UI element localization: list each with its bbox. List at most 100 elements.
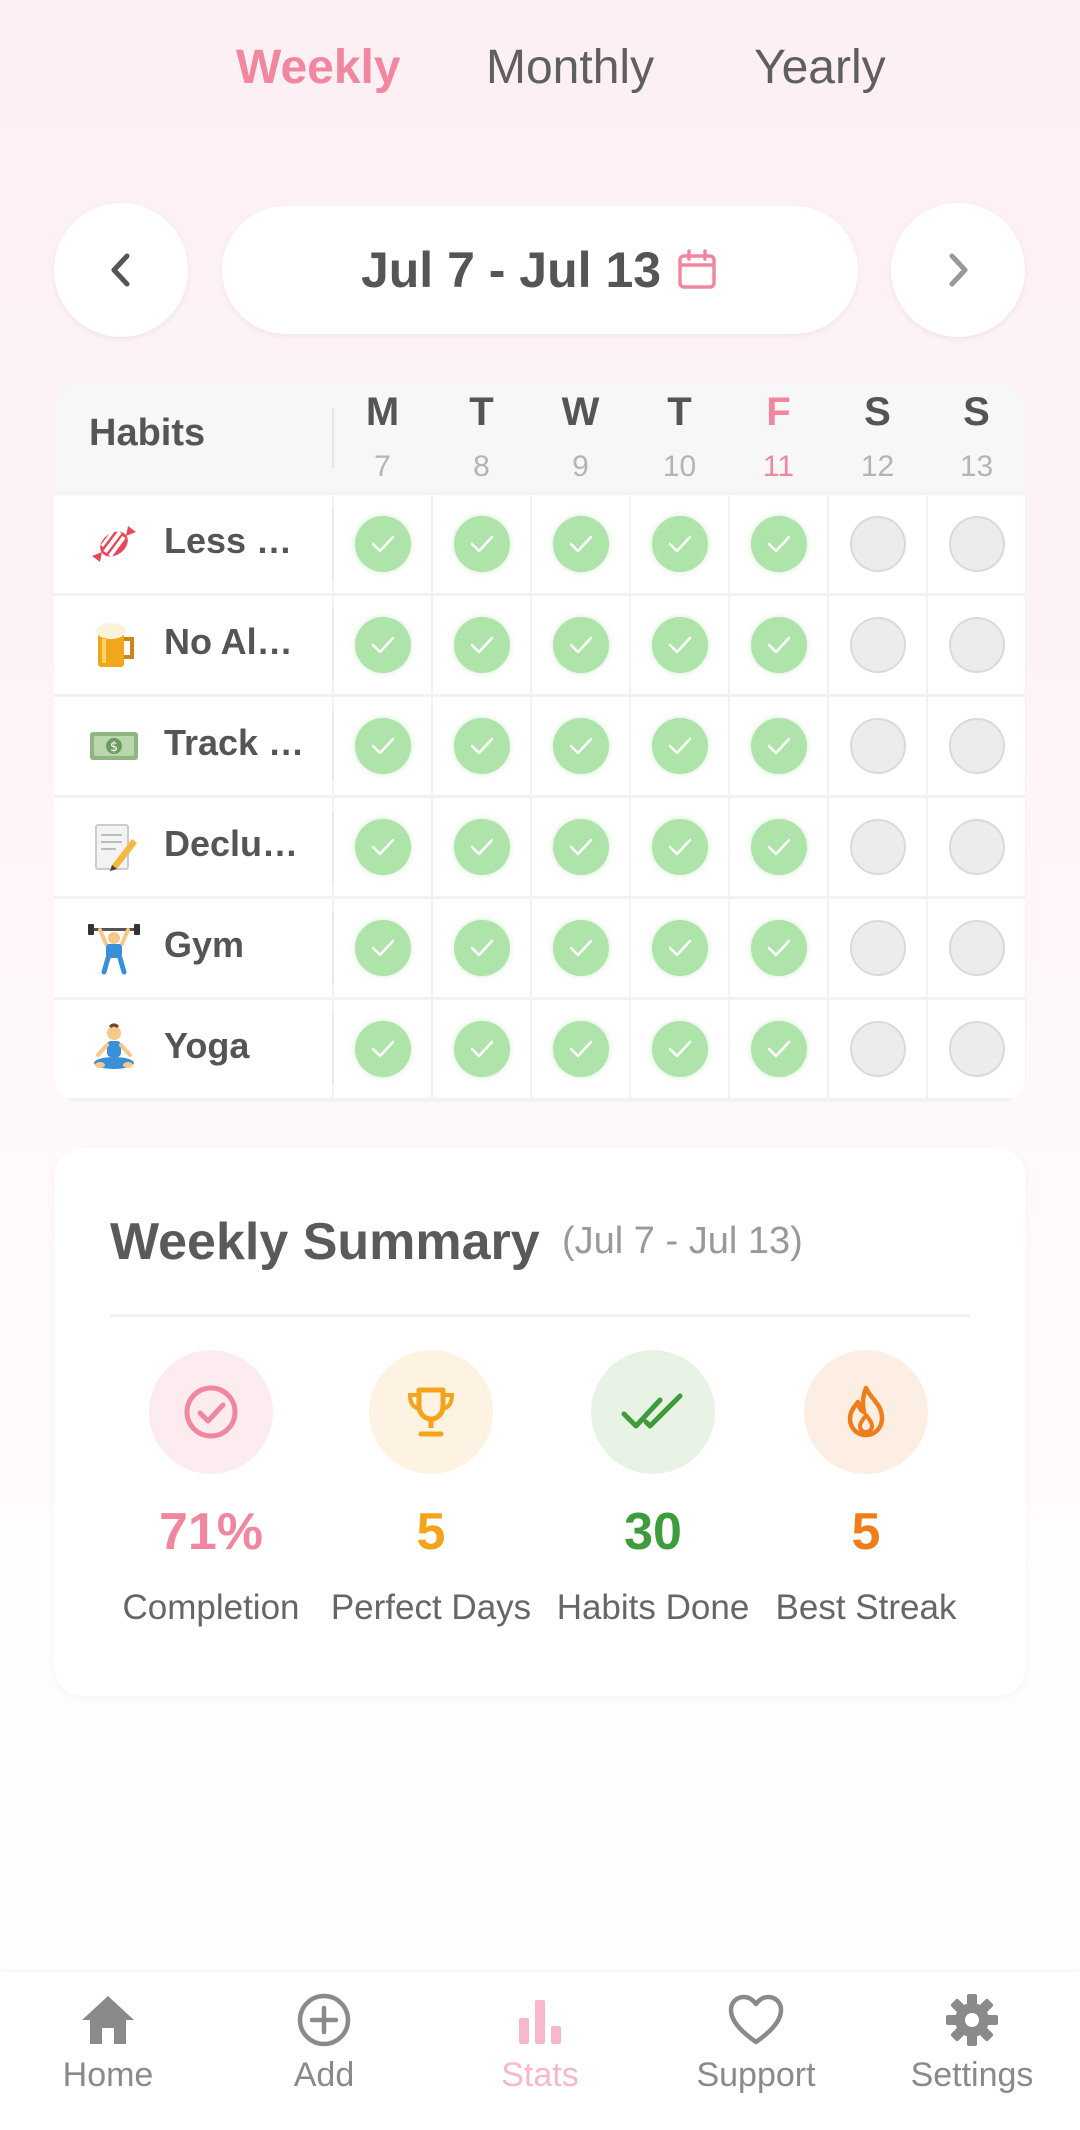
day-cell [532, 596, 629, 694]
stat-value: 71% [158, 1503, 264, 1561]
habit-name-cell[interactable]: Gym [54, 899, 334, 997]
habit-check-done[interactable] [651, 819, 708, 875]
habit-check-empty[interactable] [849, 516, 906, 572]
habit-check-empty[interactable] [948, 920, 1005, 976]
day-cell [829, 798, 926, 896]
habit-check-empty[interactable] [948, 617, 1005, 673]
day-cell [928, 798, 1025, 896]
habit-name: Yoga [164, 1025, 250, 1066]
habit-name-cell[interactable]: Less … [54, 495, 334, 593]
table-row: Gym [54, 899, 1026, 997]
habit-check-empty[interactable] [948, 516, 1005, 572]
flame-icon [804, 1350, 928, 1474]
habit-check-done[interactable] [453, 718, 510, 774]
weekly-summary-card: Weekly Summary (Jul 7 - Jul 13) 71% Comp… [54, 1148, 1026, 1696]
habit-check-empty[interactable] [948, 718, 1005, 774]
day-cell [928, 697, 1025, 795]
habit-check-done[interactable] [750, 819, 807, 875]
habit-check-done[interactable] [354, 617, 411, 673]
day-cell [730, 798, 827, 896]
habit-check-done[interactable] [651, 920, 708, 976]
habit-check-done[interactable] [453, 1021, 510, 1077]
habit-name-cell[interactable]: No Al… [54, 596, 334, 694]
day-cell [532, 495, 629, 593]
habit-check-empty[interactable] [849, 617, 906, 673]
nav-add[interactable]: Add [224, 1992, 424, 2095]
habit-name-cell[interactable]: Yoga [54, 1000, 334, 1098]
next-week-button[interactable] [891, 203, 1025, 337]
habit-check-done[interactable] [651, 1021, 708, 1077]
habit-check-done[interactable] [552, 718, 609, 774]
nav-stats[interactable]: Stats [440, 1992, 640, 2095]
gear-icon [946, 1994, 998, 2046]
habit-check-empty[interactable] [849, 1021, 906, 1077]
heart-icon [728, 1994, 784, 2045]
nav-label: Stats [501, 2056, 579, 2094]
weightlifter-icon [86, 920, 142, 976]
habit-check-done[interactable] [552, 516, 609, 572]
day-column-header: T8 [433, 382, 530, 492]
day-cell [532, 1000, 629, 1098]
nav-settings[interactable]: Settings [872, 1992, 1072, 2095]
day-letter: S [963, 390, 990, 434]
habit-check-empty[interactable] [849, 718, 906, 774]
day-cell [928, 495, 1025, 593]
period-tabs: Weekly Monthly Yearly [0, 28, 1080, 108]
habit-check-done[interactable] [750, 516, 807, 572]
day-letter: T [667, 390, 692, 434]
bottom-navigation: Home Add Stats Support Settings [0, 1972, 1080, 2130]
habit-check-empty[interactable] [948, 819, 1005, 875]
day-cell [829, 697, 926, 795]
day-number: 11 [762, 450, 795, 483]
day-cell [730, 596, 827, 694]
habit-check-done[interactable] [552, 617, 609, 673]
tab-monthly[interactable]: Monthly [486, 28, 654, 108]
yoga-person-icon [86, 1021, 142, 1077]
habit-check-done[interactable] [453, 617, 510, 673]
habit-check-done[interactable] [354, 1021, 411, 1077]
day-cell [631, 1000, 728, 1098]
previous-week-button[interactable] [54, 203, 188, 337]
habit-check-done[interactable] [453, 819, 510, 875]
tab-yearly[interactable]: Yearly [754, 28, 886, 108]
habit-check-empty[interactable] [948, 1021, 1005, 1077]
nav-home[interactable]: Home [8, 1992, 208, 2095]
tab-weekly[interactable]: Weekly [236, 28, 401, 108]
habit-check-done[interactable] [552, 1021, 609, 1077]
habit-check-done[interactable] [750, 920, 807, 976]
stat-value: 5 [416, 1503, 446, 1561]
habit-name-cell[interactable]: Declu… [54, 798, 334, 896]
day-cell [928, 899, 1025, 997]
habit-check-done[interactable] [552, 920, 609, 976]
day-cell [631, 495, 728, 593]
day-cell [631, 697, 728, 795]
habit-check-done[interactable] [354, 819, 411, 875]
habit-name-cell[interactable]: $ Track … [54, 697, 334, 795]
habit-check-done[interactable] [354, 920, 411, 976]
day-number: 8 [473, 450, 490, 483]
day-number: 7 [374, 450, 391, 483]
habit-check-done[interactable] [453, 920, 510, 976]
day-column-header: S 13 [928, 382, 1025, 492]
day-cell [829, 899, 926, 997]
habit-check-done[interactable] [750, 718, 807, 774]
habit-check-done[interactable] [354, 516, 411, 572]
habit-check-done[interactable] [750, 617, 807, 673]
day-cell [334, 495, 431, 593]
habit-check-done[interactable] [453, 516, 510, 572]
nav-support[interactable]: Support [656, 1992, 856, 2095]
date-range-picker[interactable]: Jul 7 - Jul 13 [222, 206, 858, 334]
habit-check-done[interactable] [552, 819, 609, 875]
habit-check-empty[interactable] [849, 819, 906, 875]
day-cell [928, 1000, 1025, 1098]
habit-check-empty[interactable] [849, 920, 906, 976]
day-cell [433, 1000, 530, 1098]
habit-check-done[interactable] [750, 1021, 807, 1077]
day-letter: S [864, 390, 891, 434]
day-cell [334, 697, 431, 795]
habit-check-done[interactable] [354, 718, 411, 774]
habit-name: No Al… [164, 621, 293, 662]
habit-check-done[interactable] [651, 516, 708, 572]
habit-check-done[interactable] [651, 718, 708, 774]
habit-check-done[interactable] [651, 617, 708, 673]
